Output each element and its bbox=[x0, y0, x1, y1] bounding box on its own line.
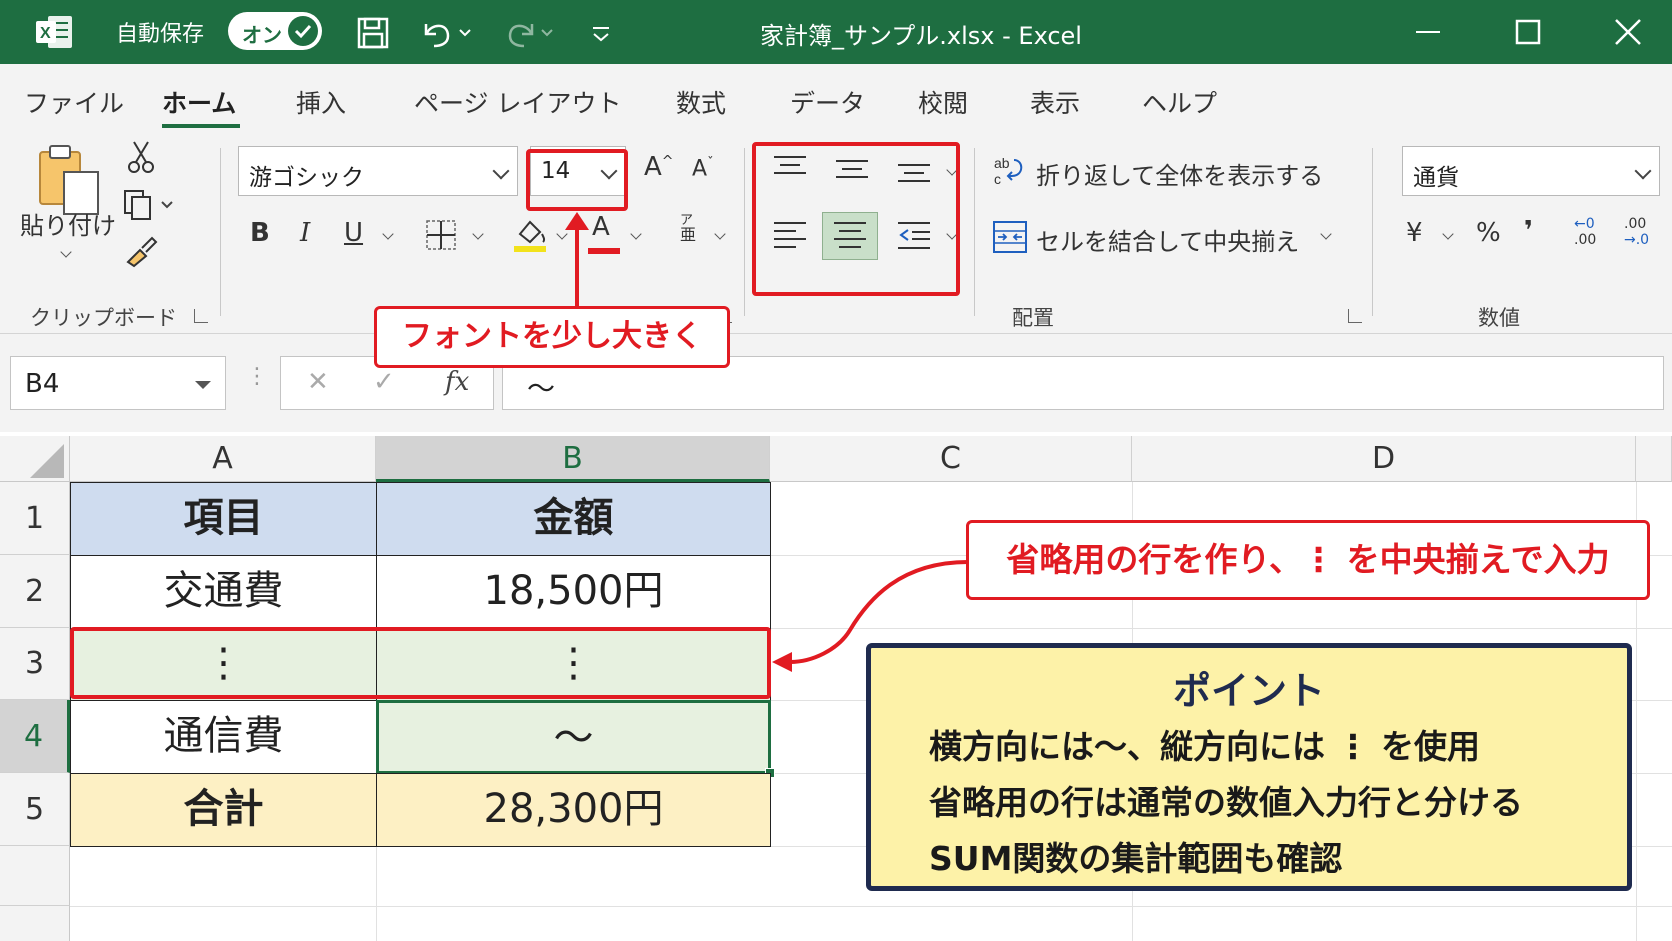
row-hint-callout: 省略用の行を作り、⋮ を中央揃えで入力 bbox=[966, 520, 1650, 600]
active-tab-indicator bbox=[162, 124, 240, 128]
point-line-2: 省略用の行は通常の数値入力行と分ける bbox=[929, 783, 1523, 822]
point-title: ポイント bbox=[1172, 669, 1325, 713]
point-box: ポイント 横方向には〜、縦方向には ⋮ を使用 省略用の行は通常の数値入力行と分… bbox=[866, 643, 1632, 891]
point-line-3: SUM関数の集計範囲も確認 bbox=[929, 839, 1343, 878]
font-size-callout: フォントを少し大きく bbox=[374, 306, 730, 368]
point-line-1: 横方向には〜、縦方向には ⋮ を使用 bbox=[929, 727, 1480, 766]
